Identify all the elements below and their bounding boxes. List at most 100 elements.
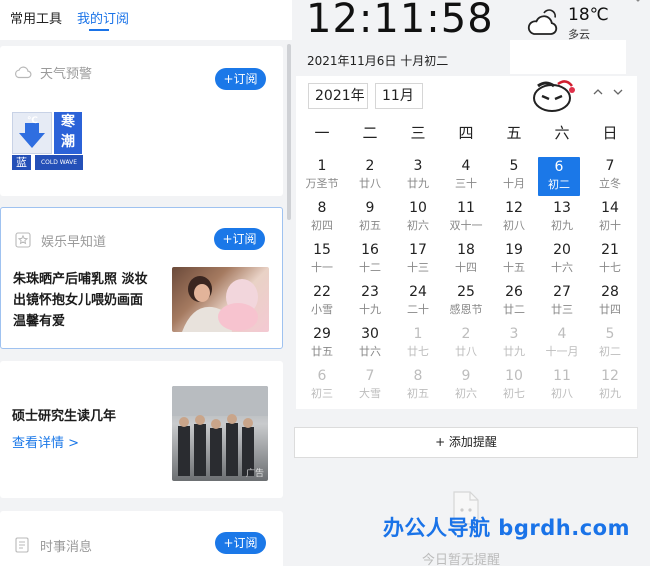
calendar-day[interactable]: 7 立冬 (586, 156, 634, 198)
view-details-link[interactable]: 查看详情 > (12, 432, 79, 451)
day-number: 6 (317, 368, 327, 384)
day-number: 3 (413, 158, 423, 174)
day-number: 23 (361, 284, 379, 300)
lunar-label: 初三 (311, 387, 333, 400)
ad-thumbnail[interactable]: 广告 (172, 386, 268, 481)
lunar-label: 廿二 (503, 303, 525, 316)
day-number: 7 (365, 368, 375, 384)
lunar-label: 初六 (407, 219, 429, 232)
calendar-day[interactable]: 20 十六 (538, 240, 586, 282)
calendar-day[interactable]: 25 感恩节 (442, 282, 490, 324)
calendar-day[interactable]: 18 十四 (442, 240, 490, 282)
lunar-label: 立冬 (599, 177, 621, 190)
calendar-day[interactable]: 28 廿四 (586, 282, 634, 324)
calendar-day[interactable]: 8 初四 (298, 198, 346, 240)
calendar-day[interactable]: 19 十五 (490, 240, 538, 282)
current-date: 2021年11月6日 十月初二 (307, 54, 449, 68)
calendar-day[interactable]: 11 初八 (538, 366, 586, 408)
chevron-up-icon[interactable] (592, 86, 604, 100)
calendar-day[interactable]: 24 二十 (394, 282, 442, 324)
calendar-day[interactable]: 9 初六 (442, 366, 490, 408)
tab-common-tools[interactable]: 常用工具 (10, 8, 62, 27)
calendar-day[interactable]: 23 十九 (346, 282, 394, 324)
lunar-label: 二十 (407, 303, 429, 316)
calendar-day-today[interactable]: 6 初二 (538, 157, 580, 196)
weekday: 日 (602, 124, 618, 142)
day-number: 27 (553, 284, 571, 300)
calendar-day[interactable]: 4 十一月 (538, 324, 586, 366)
lunar-label: 初九 (599, 387, 621, 400)
ad-label: 广告 (245, 469, 264, 479)
day-number: 7 (605, 158, 615, 174)
calendar-day[interactable]: 16 十二 (346, 240, 394, 282)
lunar-label: 初二 (548, 178, 570, 191)
day-number: 6 (554, 159, 564, 175)
calendar-day[interactable]: 10 初七 (490, 366, 538, 408)
lunar-label: 十六 (551, 261, 573, 274)
lunar-label: 十七 (599, 261, 621, 274)
calendar-day[interactable]: 10 初六 (394, 198, 442, 240)
weekday: 二 (362, 124, 378, 142)
lunar-label: 廿八 (455, 345, 477, 358)
calendar-day[interactable]: 8 初五 (394, 366, 442, 408)
calendar-day[interactable]: 2 廿八 (442, 324, 490, 366)
day-number: 4 (557, 326, 567, 342)
calendar-grid: 1 万圣节 2 廿八 3 廿九 4 三十 5 十月 6 初二 7 立冬 8 初四 9 初五 10 初六 11 双十一 12 初… (298, 156, 634, 408)
blue-level-label: 蓝 (12, 155, 31, 170)
calendar-day[interactable]: 9 初五 (346, 198, 394, 240)
scrollbar-thumb[interactable] (287, 44, 291, 220)
tab-bar: 常用工具 我的订阅 (0, 0, 292, 40)
calendar-day[interactable]: 1 万圣节 (298, 156, 346, 198)
calendar-day[interactable]: 7 大雪 (346, 366, 394, 408)
weekday: 六 (554, 124, 570, 142)
calendar-day[interactable]: 17 十三 (394, 240, 442, 282)
day-number: 30 (361, 326, 379, 342)
calendar-day[interactable]: 6 初三 (298, 366, 346, 408)
weather-detail-area[interactable] (510, 40, 626, 74)
calendar-day[interactable]: 12 初八 (490, 198, 538, 240)
news-thumbnail[interactable] (172, 267, 269, 332)
chevron-down-icon[interactable] (612, 86, 624, 100)
tab-my-subscriptions[interactable]: 我的订阅 (77, 8, 129, 27)
add-reminder-button[interactable]: + 添加提醒 (294, 427, 638, 458)
day-number: 8 (317, 200, 327, 216)
calendar-day[interactable]: 1 廿七 (394, 324, 442, 366)
calendar-day[interactable]: 12 初九 (586, 366, 634, 408)
lunar-label: 初八 (551, 387, 573, 400)
day-number: 10 (409, 200, 427, 216)
calendar-day[interactable]: 3 廿九 (490, 324, 538, 366)
year-select[interactable]: 2021年 (308, 83, 368, 109)
active-tab-indicator (89, 29, 109, 31)
calendar-day[interactable]: 5 初二 (586, 324, 634, 366)
calendar-day[interactable]: 11 双十一 (442, 198, 490, 240)
ad-headline[interactable]: 硕士研究生读几年 (12, 406, 116, 427)
chevron-down-icon[interactable] (632, 0, 644, 7)
calendar-day[interactable]: 21 十七 (586, 240, 634, 282)
calendar-day[interactable]: 29 廿五 (298, 324, 346, 366)
lunar-label: 廿九 (503, 345, 525, 358)
subscribe-button[interactable]: +订阅 (215, 68, 266, 90)
day-number: 2 (461, 326, 471, 342)
news-headline[interactable]: 朱珠晒产后哺乳照 淡妆 出镜怀抱女儿喂奶画面 温馨有爱 (13, 269, 148, 332)
entertainment-card[interactable]: 娱乐早知道 +订阅 朱珠晒产后哺乳照 淡妆 出镜怀抱女儿喂奶画面 温馨有爱 (0, 207, 283, 349)
ad-card[interactable]: 硕士研究生读几年 查看详情 > 广告 (0, 361, 283, 498)
calendar-day[interactable]: 26 廿二 (490, 282, 538, 324)
calendar-day[interactable]: 3 廿九 (394, 156, 442, 198)
day-number: 4 (461, 158, 471, 174)
calendar-day[interactable]: 15 十一 (298, 240, 346, 282)
calendar-day[interactable]: 27 廿三 (538, 282, 586, 324)
month-select[interactable]: 11月 (375, 83, 423, 109)
lunar-label: 廿三 (551, 303, 573, 316)
subscribe-button[interactable]: +订阅 (214, 228, 265, 250)
calendar-day[interactable]: 2 廿八 (346, 156, 394, 198)
day-number: 28 (601, 284, 619, 300)
weather-alert-card: 天气预警 +订阅 ℃ 蓝 寒 潮 COLD WAVE (0, 46, 283, 196)
weather-temperature: 18℃ (568, 5, 609, 25)
calendar-day[interactable]: 14 初十 (586, 198, 634, 240)
calendar-day[interactable]: 5 十月 (490, 156, 538, 198)
calendar-day[interactable]: 22 小雪 (298, 282, 346, 324)
calendar-day[interactable]: 4 三十 (442, 156, 490, 198)
calendar-day[interactable]: 13 初九 (538, 198, 586, 240)
cloud-icon (14, 64, 32, 80)
calendar-day[interactable]: 30 廿六 (346, 324, 394, 366)
